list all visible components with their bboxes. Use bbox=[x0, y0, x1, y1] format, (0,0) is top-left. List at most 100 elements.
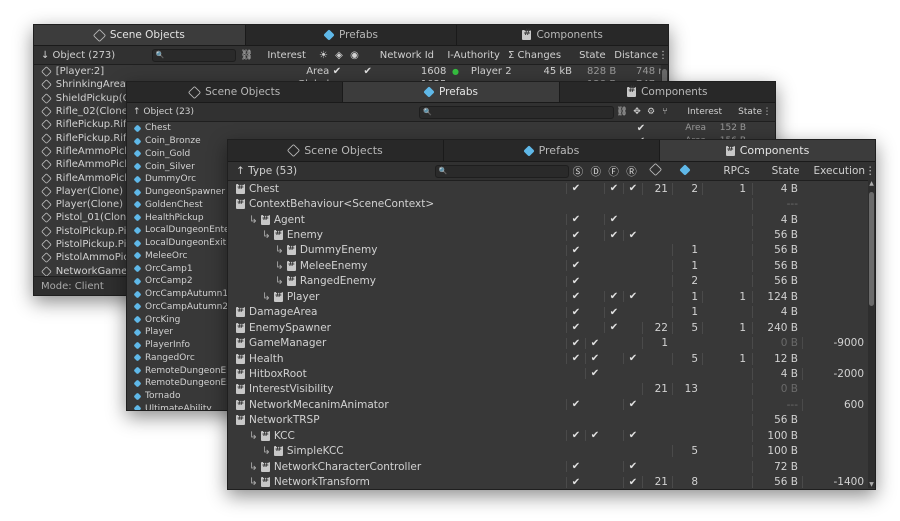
prefab-count: 1 bbox=[672, 259, 702, 272]
hierarchy-icon[interactable]: ⛓ bbox=[614, 107, 630, 117]
state: 12 B bbox=[752, 352, 802, 365]
col-network-id[interactable]: Network Id bbox=[362, 50, 434, 61]
tab-components[interactable]: Components bbox=[457, 25, 668, 45]
scroll-down-icon[interactable]: ▼ bbox=[868, 481, 875, 488]
changes: 45 kB bbox=[543, 66, 573, 78]
state: 4 B bbox=[752, 213, 802, 226]
tab-prefabs[interactable]: Prefabs bbox=[343, 82, 560, 102]
cube-icon bbox=[41, 132, 52, 144]
hierarchy-icon[interactable]: ⛓ bbox=[236, 50, 257, 61]
flag-s: ✔ bbox=[566, 183, 585, 195]
table-row[interactable]: ↳ SimpleKCC 5 100 B bbox=[228, 443, 875, 458]
type-cell: ↳ Agent bbox=[228, 214, 566, 226]
table-row[interactable]: ↳ DummyEnemy ✔ 1 56 B bbox=[228, 243, 875, 258]
col-i-authority[interactable]: I-Authority bbox=[434, 50, 500, 61]
rpc-count: 1 bbox=[702, 290, 752, 303]
menu-icon[interactable]: ⋮ bbox=[658, 50, 668, 61]
scene-count: 1 bbox=[642, 337, 672, 350]
table-row[interactable]: ↳ NetworkCharacterController ✔ ✔ 72 B bbox=[228, 459, 875, 474]
prefab-count: 5 bbox=[672, 321, 702, 334]
tab-prefabs[interactable]: Prefabs bbox=[246, 25, 458, 45]
table-row[interactable]: ↳NetworkTransform✔✔21856 B-1400 bbox=[228, 474, 875, 489]
col-interest[interactable]: Interest bbox=[258, 50, 316, 61]
tab-scene-objects[interactable]: Scene Objects bbox=[34, 25, 246, 45]
type-name: SimpleKCC bbox=[286, 445, 344, 458]
type-name: NetworkTRSP bbox=[249, 414, 320, 427]
type-cell: EnemySpawner bbox=[228, 322, 566, 334]
prefab-icon bbox=[133, 366, 142, 375]
table-row[interactable]: Chest✔✔✔21214 B bbox=[228, 181, 875, 196]
table-row[interactable]: ↳Enemy✔✔✔56 B bbox=[228, 227, 875, 242]
table-row[interactable]: EnemySpawner ✔ ✔ 2251240 B bbox=[228, 320, 875, 335]
state: 100 B bbox=[752, 445, 802, 458]
tab-bar: Scene Objects Prefabs Components bbox=[228, 140, 875, 162]
table-row[interactable]: Health✔✔✔5112 B bbox=[228, 351, 875, 366]
list-item[interactable]: [Player:2] Area ✔ ✔ 1608 ● Player 2 45 kB 828 B7… bbox=[34, 65, 668, 78]
table-row[interactable]: HitboxRoot ✔ 4 B-2000 bbox=[228, 366, 875, 381]
scrollbar-thumb[interactable] bbox=[869, 192, 874, 306]
flag-d: ✔ bbox=[585, 353, 604, 365]
type-name: EnemySpawner bbox=[249, 321, 331, 334]
script-icon bbox=[260, 214, 270, 225]
col-state[interactable]: State bbox=[750, 165, 800, 177]
table-row[interactable]: ContextBehaviour<SceneContext> --- bbox=[228, 196, 875, 211]
col-object[interactable]: ↑ Object (23) bbox=[127, 107, 419, 117]
prefab-icon bbox=[133, 124, 142, 133]
col-f[interactable]: Ⓕ bbox=[605, 164, 623, 179]
col-cube-icon[interactable] bbox=[640, 162, 670, 178]
list-item[interactable]: Chest ✔ Area 152 B bbox=[127, 122, 775, 135]
col-changes[interactable]: Σ Changes bbox=[500, 50, 561, 61]
col-execution[interactable]: Execution bbox=[799, 165, 866, 177]
col-r[interactable]: Ⓡ bbox=[623, 164, 641, 179]
col-object[interactable]: ↓ Object (273) bbox=[34, 50, 148, 61]
table-row[interactable]: ↳KCC✔✔✔100 B bbox=[228, 428, 875, 443]
table-row[interactable]: ↳ Agent ✔ ✔ 4 B bbox=[228, 212, 875, 227]
col-type[interactable]: ↑ Type (53) bbox=[228, 165, 435, 177]
flag-f: ✔ bbox=[604, 214, 623, 226]
flag-f: ✔ bbox=[604, 183, 623, 195]
menu-icon[interactable]: ⋮ bbox=[865, 165, 875, 177]
tab-components[interactable]: Components bbox=[660, 140, 875, 161]
table-row[interactable]: NetworkMecanimAnimator ✔ ✔ ---600 bbox=[228, 397, 875, 412]
sun-icon: ☀ bbox=[318, 49, 328, 61]
col-interest[interactable]: Interest bbox=[672, 107, 722, 117]
cube-icon bbox=[41, 252, 52, 264]
cube-icon bbox=[92, 28, 106, 42]
table-row[interactable]: ↳ MeleeEnemy ✔ 1 56 B bbox=[228, 258, 875, 273]
search-input[interactable]: 🔍 bbox=[434, 164, 569, 178]
script-icon bbox=[236, 183, 245, 194]
script-icon bbox=[522, 28, 532, 40]
col-s[interactable]: Ⓢ bbox=[569, 164, 587, 179]
col-d[interactable]: Ⓓ bbox=[587, 164, 605, 179]
prefab-icon bbox=[133, 353, 142, 362]
search-input[interactable]: 🔍 bbox=[419, 105, 614, 119]
table-row[interactable]: GameManager ✔✔ 1 0 B-9000 bbox=[228, 335, 875, 350]
flag-r: ✔ bbox=[623, 291, 642, 303]
tab-scene-objects[interactable]: Scene Objects bbox=[127, 82, 344, 102]
tab-components[interactable]: Components bbox=[560, 82, 775, 102]
table-row[interactable]: NetworkTRSP 56 B bbox=[228, 413, 875, 428]
search-icon: 🔍 bbox=[438, 167, 448, 175]
mode-label: Mode: Client bbox=[41, 280, 104, 292]
search-input[interactable]: 🔍 bbox=[151, 48, 237, 62]
col-prefab-icon[interactable] bbox=[670, 163, 700, 178]
col-state[interactable]: State bbox=[561, 50, 605, 61]
tab-scene-objects[interactable]: Scene Objects bbox=[228, 140, 444, 161]
table-row[interactable]: ↳ RangedEnemy ✔ 2 56 B bbox=[228, 274, 875, 289]
script-icon bbox=[236, 322, 245, 333]
authority-label: Player 2 bbox=[470, 66, 512, 78]
type-cell: ↳ NetworkCharacterController bbox=[228, 461, 566, 473]
state: 56 B bbox=[752, 229, 802, 242]
type-cell: ↳ SimpleKCC bbox=[228, 445, 566, 457]
menu-icon[interactable]: ⋮ bbox=[762, 107, 772, 117]
col-rpcs[interactable]: RPCs bbox=[700, 165, 749, 177]
tab-prefabs[interactable]: Prefabs bbox=[444, 140, 660, 161]
table-row[interactable]: ↳Player✔✔✔11124 B bbox=[228, 289, 875, 304]
col-state[interactable]: State bbox=[722, 107, 762, 117]
scrollbar[interactable]: ▲ ▼ bbox=[868, 180, 875, 488]
col-distance[interactable]: Distance bbox=[606, 50, 658, 61]
table-row[interactable]: DamageArea ✔ ✔ 1 4 B bbox=[228, 305, 875, 320]
table-row[interactable]: InterestVisibility 2113 0 B bbox=[228, 382, 875, 397]
type-cell: Chest bbox=[228, 183, 566, 195]
scroll-up-icon[interactable]: ▲ bbox=[868, 180, 875, 187]
